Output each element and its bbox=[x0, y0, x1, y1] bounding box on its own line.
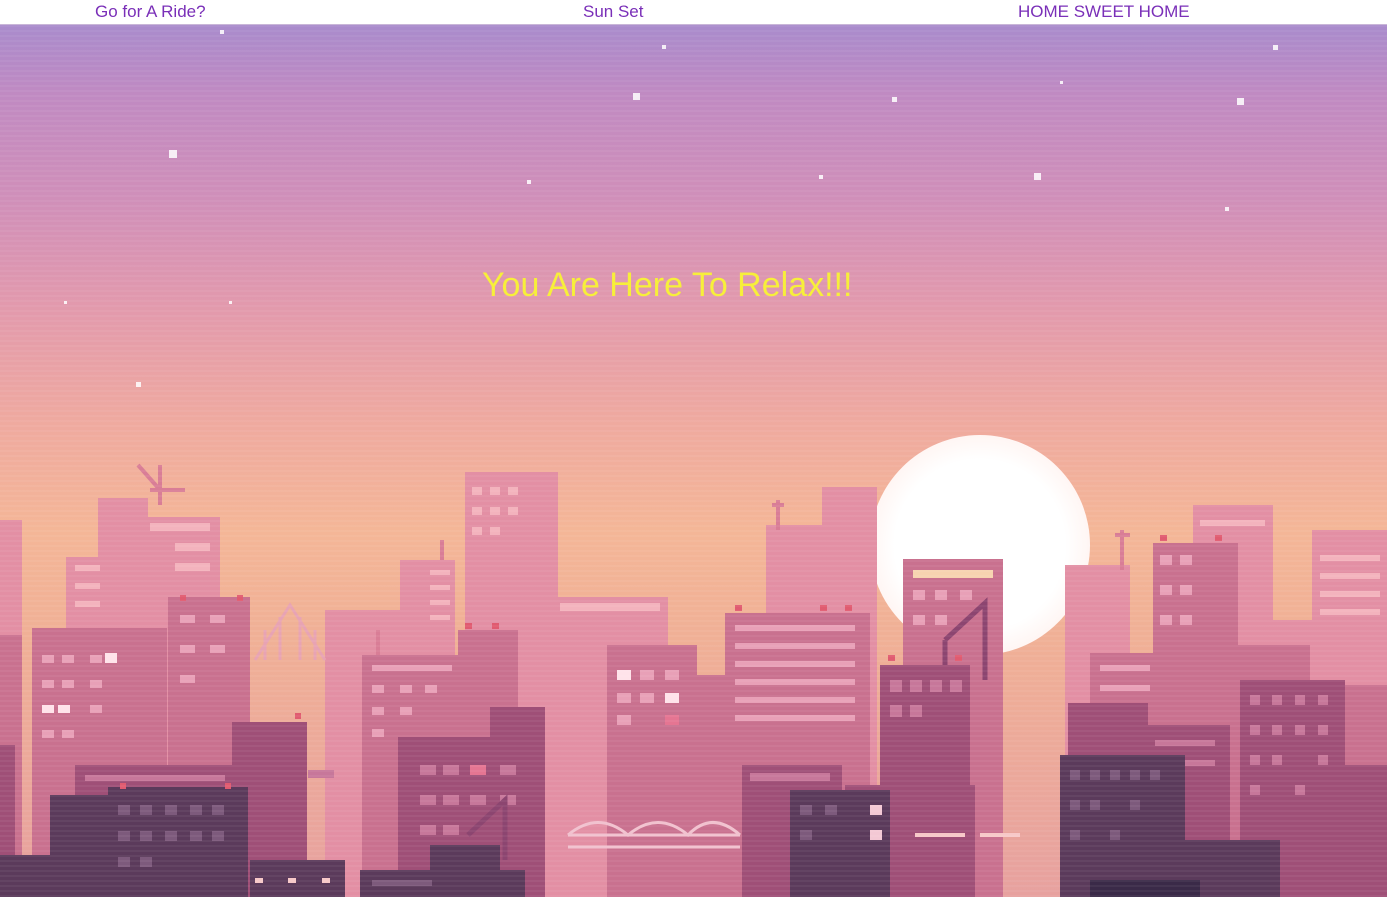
stars-decoration bbox=[64, 30, 1278, 387]
hero-background-image: You Are Here To Relax!!! bbox=[0, 25, 1387, 897]
nav-link-go-for-a-ride[interactable]: Go for A Ride? bbox=[95, 3, 206, 21]
hero-headline: You Are Here To Relax!!! bbox=[482, 266, 853, 304]
top-navigation: Go for A Ride? Sun Set HOME SWEET HOME bbox=[0, 0, 1387, 25]
city-skyline-illustration bbox=[0, 30, 1387, 897]
nav-link-sun-set[interactable]: Sun Set bbox=[583, 3, 644, 21]
nav-link-home-sweet-home[interactable]: HOME SWEET HOME bbox=[1018, 3, 1190, 21]
